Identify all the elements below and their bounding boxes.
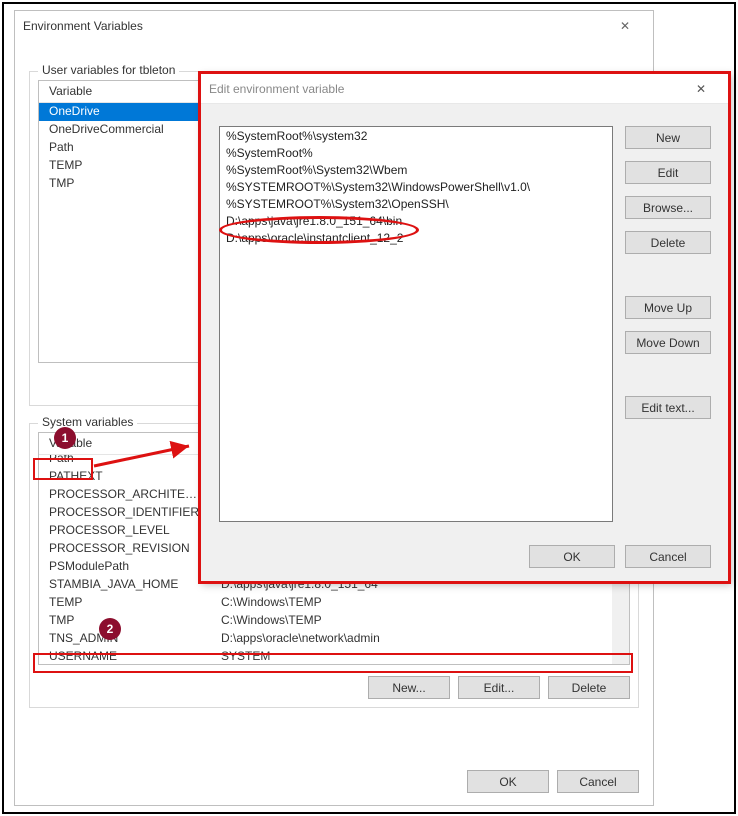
edit-env-var-side-buttons: New Edit Browse... Delete Move Up Move D… (625, 126, 711, 419)
edit-button[interactable]: Edit (625, 161, 711, 184)
sys-vars-buttons: New... Edit... Delete (368, 676, 630, 699)
env-vars-dialog-buttons: OK Cancel (467, 770, 639, 793)
edit-env-var-title: Edit environment variable (209, 82, 344, 96)
close-icon[interactable]: ✕ (605, 14, 645, 38)
browse-button[interactable]: Browse... (625, 196, 711, 219)
sys-vars-label: System variables (38, 415, 137, 429)
table-row[interactable]: USERNAMESYSTEM (39, 648, 612, 664)
list-item[interactable]: %SystemRoot%\System32\Wbem (220, 161, 612, 178)
edit-env-var-titlebar: Edit environment variable ✕ (201, 74, 729, 104)
move-up-button[interactable]: Move Up (625, 296, 711, 319)
list-item[interactable]: %SYSTEMROOT%\System32\OpenSSH\ (220, 195, 612, 212)
list-item[interactable]: %SYSTEMROOT%\System32\WindowsPowerShell\… (220, 178, 612, 195)
cancel-button[interactable]: Cancel (557, 770, 639, 793)
table-row[interactable]: TNS_ADMIND:\apps\oracle\network\admin (39, 630, 612, 648)
new-button[interactable]: New... (368, 676, 450, 699)
table-row[interactable]: TEMPC:\Windows\TEMP (39, 594, 612, 612)
edit-button[interactable]: Edit... (458, 676, 540, 699)
delete-button[interactable]: Delete (548, 676, 630, 699)
table-row[interactable]: TMPC:\Windows\TEMP (39, 612, 612, 630)
screenshot-frame: Environment Variables ✕ User variables f… (2, 2, 736, 814)
edit-env-var-bottom-buttons: OK Cancel (529, 545, 711, 568)
annotation-arrow-icon (94, 442, 204, 472)
cancel-button[interactable]: Cancel (625, 545, 711, 568)
col-variable: Variable (39, 81, 211, 102)
edit-text-button[interactable]: Edit text... (625, 396, 711, 419)
ok-button[interactable]: OK (467, 770, 549, 793)
list-item[interactable]: D:\apps\java\jre1.8.0_151_64\bin (220, 212, 612, 229)
delete-button[interactable]: Delete (625, 231, 711, 254)
path-entries-list[interactable]: %SystemRoot%\system32 %SystemRoot% %Syst… (219, 126, 613, 522)
new-button[interactable]: New (625, 126, 711, 149)
env-vars-titlebar: Environment Variables ✕ (15, 11, 653, 41)
list-item[interactable]: D:\apps\oracle\instantclient_12_2 (220, 229, 612, 246)
ok-button[interactable]: OK (529, 545, 615, 568)
list-item[interactable]: %SystemRoot%\system32 (220, 127, 612, 144)
list-item[interactable]: %SystemRoot% (220, 144, 612, 161)
env-vars-title: Environment Variables (23, 19, 143, 33)
close-icon[interactable]: ✕ (681, 77, 721, 101)
user-vars-label: User variables for tbleton (38, 63, 179, 77)
edit-env-var-dialog: Edit environment variable ✕ %SystemRoot%… (200, 73, 730, 583)
move-down-button[interactable]: Move Down (625, 331, 711, 354)
